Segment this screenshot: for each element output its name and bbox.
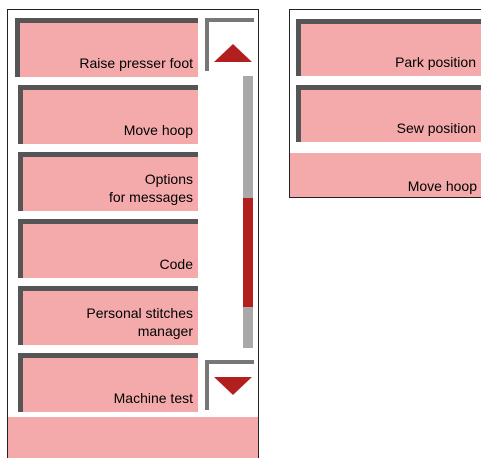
move-hoop-label: Move hoop [123, 122, 193, 138]
personal-stitches-manager-label: Personal stitches manager [86, 305, 193, 339]
triangle-down-icon [214, 377, 252, 395]
right-menu-panel: Park position Sew position Move hoop [289, 9, 481, 198]
options-for-messages-button[interactable]: Options for messages [18, 152, 198, 211]
personal-stitches-manager-button[interactable]: Personal stitches manager [18, 286, 198, 345]
scrollbar-track[interactable] [243, 76, 253, 348]
scroll-down-button[interactable] [205, 360, 254, 410]
machine-test-button[interactable]: Machine test [18, 353, 198, 412]
sew-position-button[interactable]: Sew position [296, 85, 481, 142]
move-hoop-bar-label: Move hoop [407, 178, 477, 194]
move-hoop-button[interactable]: Move hoop [18, 85, 198, 144]
move-hoop-bar[interactable]: Move hoop [290, 153, 481, 197]
park-position-button[interactable]: Park position [296, 19, 481, 76]
machine-test-label: Machine test [113, 390, 193, 406]
raise-presser-foot-button[interactable]: Raise presser foot [15, 18, 198, 77]
scroll-up-button[interactable] [205, 18, 254, 71]
left-menu-panel: Raise presser foot Move hoop Options for… [7, 9, 259, 458]
park-position-label: Park position [395, 54, 476, 70]
scrollbar-thumb[interactable] [243, 198, 253, 307]
options-for-messages-label: Options for messages [108, 171, 193, 205]
sew-position-label: Sew position [396, 120, 476, 136]
triangle-up-icon [214, 44, 252, 62]
code-label: Code [159, 256, 193, 272]
left-footer-bar [8, 417, 258, 458]
raise-presser-foot-label: Raise presser foot [79, 55, 193, 71]
code-button[interactable]: Code [18, 219, 198, 278]
